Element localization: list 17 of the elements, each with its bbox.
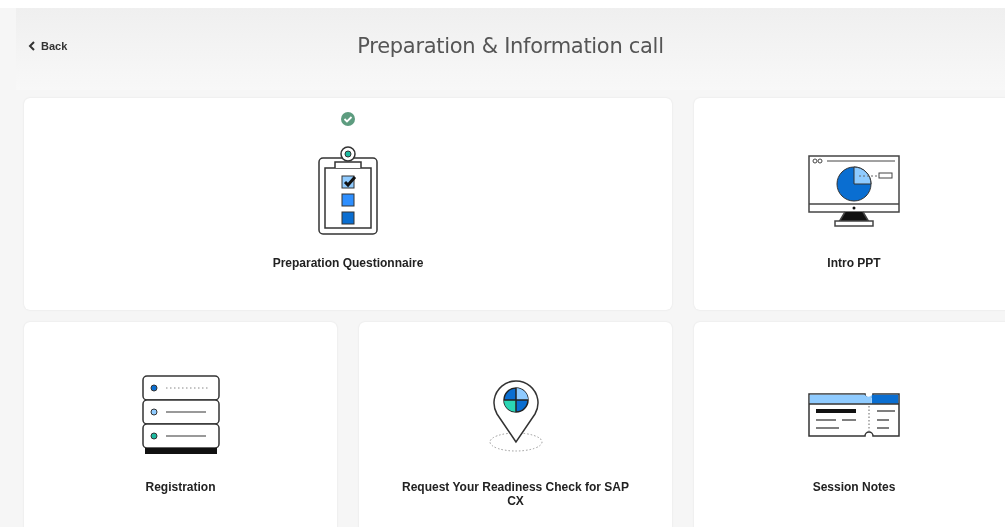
tile-label: Request Your Readiness Check for SAP CX bbox=[401, 480, 630, 510]
ticket-icon bbox=[807, 392, 901, 438]
tile-card[interactable]: Request Your Readiness Check for SAP CX bbox=[359, 322, 672, 527]
tile-card[interactable]: Registration bbox=[24, 322, 337, 527]
clipboard-checklist-icon bbox=[317, 146, 379, 236]
tile-label: Preparation Questionnaire bbox=[271, 256, 425, 272]
tile-label: Session Notes bbox=[811, 480, 897, 496]
tile-card[interactable]: Preparation Questionnaire bbox=[24, 98, 672, 310]
tile-card[interactable]: Session Notes bbox=[694, 322, 1005, 527]
chevron-left-icon bbox=[28, 41, 35, 51]
monitor-pie-chart-icon bbox=[807, 154, 901, 228]
page-title: Preparation & Information call bbox=[357, 34, 664, 58]
tile-label: Registration bbox=[144, 480, 217, 496]
back-button[interactable]: Back bbox=[26, 38, 70, 54]
tile-card[interactable]: Intro PPT bbox=[694, 98, 1005, 310]
server-stack-icon bbox=[140, 374, 221, 456]
tile-label: Intro PPT bbox=[826, 256, 882, 272]
